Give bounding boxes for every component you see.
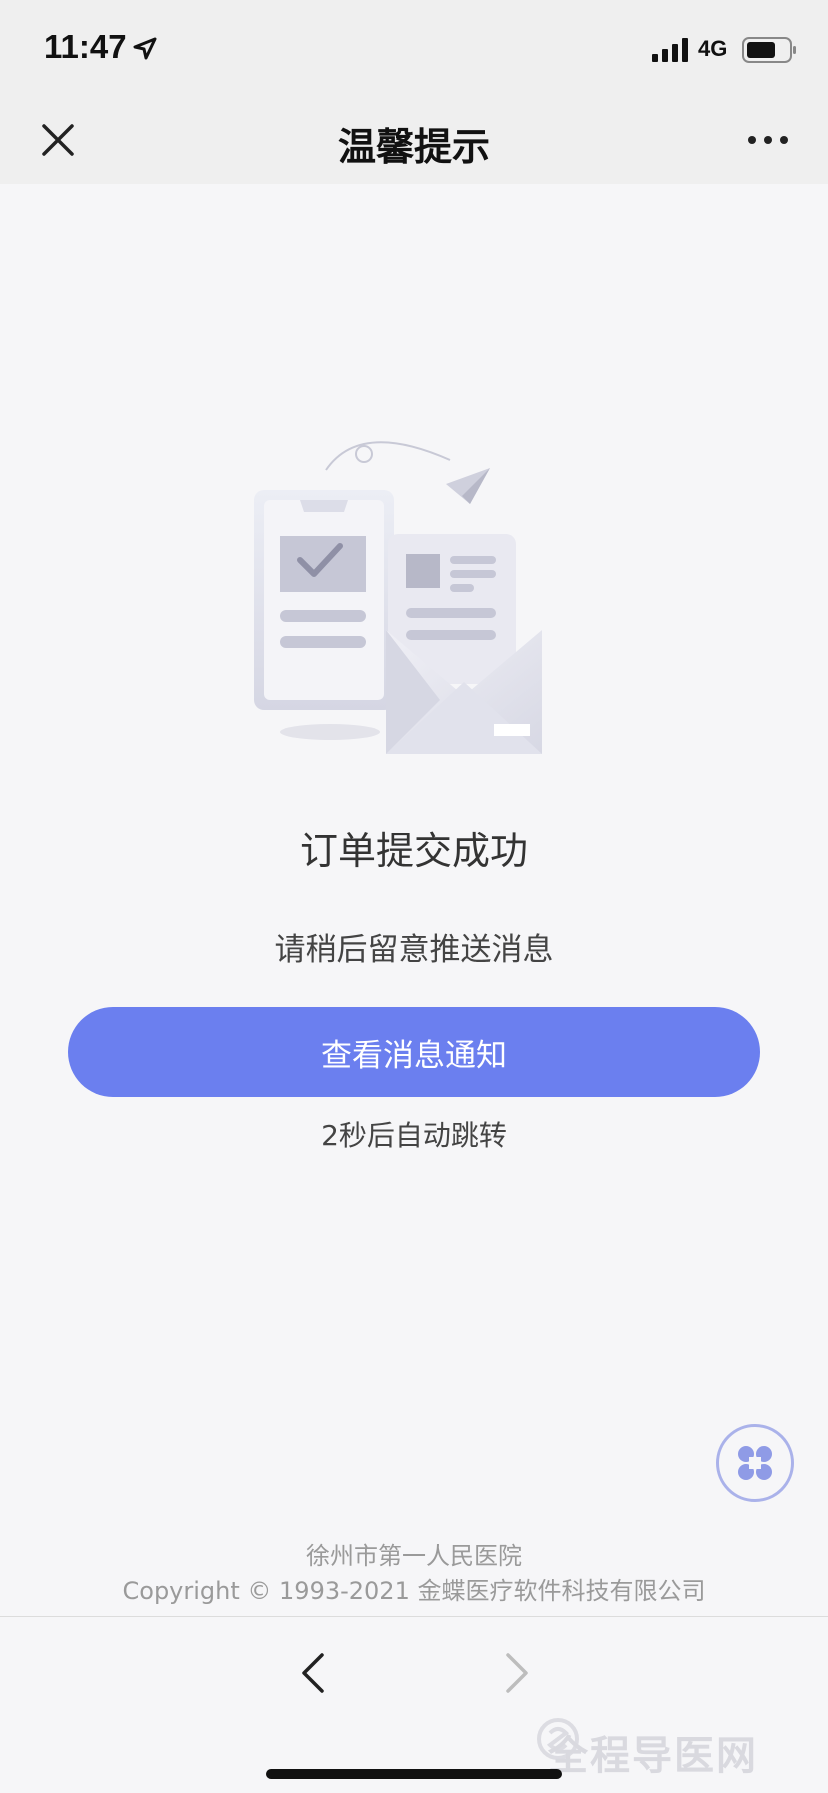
footer-organization: 徐州市第一人民医院 xyxy=(306,1542,522,1570)
chevron-left-icon[interactable] xyxy=(298,1651,328,1695)
battery-icon xyxy=(742,37,796,63)
nav-bar: 温馨提示 xyxy=(0,100,828,184)
redirect-countdown: 2秒后自动跳转 xyxy=(321,1119,507,1152)
view-notifications-button[interactable]: 查看消息通知 xyxy=(68,1007,760,1097)
chevron-right-icon[interactable] xyxy=(502,1651,532,1695)
page-title: 温馨提示 xyxy=(337,125,490,169)
footer-copyright: Copyright © 1993-2021 金蝶医疗软件科技有限公司 xyxy=(122,1577,706,1605)
view-notifications-label: 查看消息通知 xyxy=(321,1037,507,1074)
location-arrow-icon xyxy=(133,37,157,60)
clover-menu-icon xyxy=(738,1446,772,1480)
signal-icon xyxy=(652,38,688,62)
network-label: 4G xyxy=(698,36,728,61)
bottom-toolbar: 全程导医网 xyxy=(0,1616,828,1793)
floating-menu-button[interactable] xyxy=(716,1424,794,1502)
home-indicator xyxy=(266,1769,562,1779)
result-title: 订单提交成功 xyxy=(299,829,528,873)
order-success-illustration xyxy=(254,441,542,754)
status-time: 11:47 xyxy=(44,28,127,65)
result-subtitle: 请稍后留意推送消息 xyxy=(274,932,554,968)
status-bar: 11:47 4G xyxy=(0,0,828,100)
more-icon[interactable] xyxy=(746,128,790,152)
watermark-text: 全程导医网 xyxy=(548,1733,758,1779)
